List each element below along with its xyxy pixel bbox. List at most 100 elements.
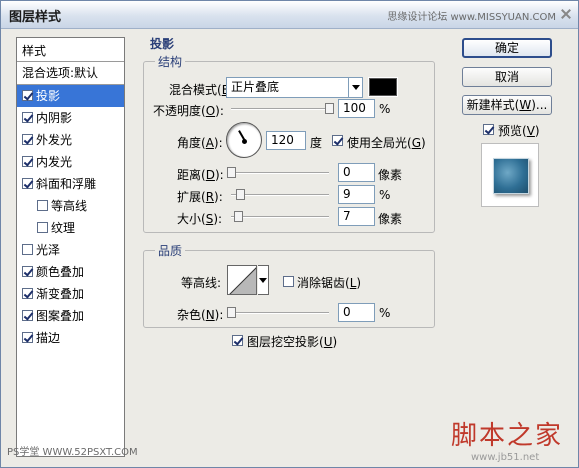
opacity-unit: % — [379, 102, 391, 116]
blend-options-item[interactable]: 混合选项:默认 — [17, 62, 124, 85]
size-slider-thumb[interactable] — [234, 211, 243, 222]
style-enable-checkbox[interactable] — [22, 266, 33, 277]
spread-input[interactable]: 9 — [338, 185, 375, 204]
noise-input[interactable]: 0 — [338, 303, 375, 322]
antialias-checkbox[interactable] — [283, 276, 294, 287]
style-list-item-label: 等高线 — [51, 199, 88, 213]
style-list-item-label: 描边 — [36, 331, 61, 345]
cancel-button[interactable]: 取消 — [462, 67, 552, 87]
contour-curve-icon — [229, 267, 256, 294]
style-list-item[interactable]: 光泽 — [17, 239, 124, 261]
style-list-item[interactable]: 渐变叠加 — [17, 283, 124, 305]
watermark-jb51: 脚本之家 — [451, 421, 564, 451]
drop-shadow-title: 投影 — [147, 35, 178, 52]
chevron-down-icon[interactable] — [348, 78, 362, 97]
size-input[interactable]: 7 — [338, 207, 375, 226]
style-preview-thumbnail — [481, 143, 539, 207]
style-list-item-label: 斜面和浮雕 — [36, 177, 97, 191]
style-enable-checkbox[interactable] — [22, 310, 33, 321]
style-list-item[interactable]: 颜色叠加 — [17, 261, 124, 283]
global-light-checkbox[interactable] — [332, 135, 343, 146]
angle-unit: 度 — [310, 136, 323, 150]
preview-checkbox[interactable] — [483, 124, 494, 135]
antialias-label: 消除锯齿(L) — [297, 276, 362, 290]
angle-label: 角度(A): — [177, 136, 223, 150]
opacity-input[interactable]: 100 — [338, 99, 375, 118]
spread-label: 扩展(R): — [177, 190, 223, 204]
style-list-header[interactable]: 样式 — [17, 38, 124, 62]
style-list-item-label: 内阴影 — [36, 111, 73, 125]
style-list-item[interactable]: 外发光 — [17, 129, 124, 151]
size-slider[interactable] — [231, 211, 329, 222]
noise-label: 杂色(N): — [177, 308, 224, 322]
noise-unit: % — [379, 306, 391, 320]
style-list-item[interactable]: 图案叠加 — [17, 305, 124, 327]
style-enable-checkbox[interactable] — [22, 112, 33, 123]
distance-input[interactable]: 0 — [338, 163, 375, 182]
quality-title: 品质 — [155, 242, 186, 259]
title-bar[interactable]: 图层样式 思缘设计论坛 www.MISSYUAN.COM — [1, 1, 578, 29]
dialog-title: 图层样式 — [9, 10, 62, 25]
watermark-jb51-url: www.jb51.net — [471, 452, 540, 463]
style-enable-checkbox[interactable] — [37, 222, 48, 233]
style-list-item[interactable]: 投影 — [17, 85, 124, 107]
style-list-item-label: 纹理 — [51, 221, 76, 235]
style-list-item-label: 图案叠加 — [36, 309, 85, 323]
style-enable-checkbox[interactable] — [22, 178, 33, 189]
contour-label: 等高线: — [181, 276, 222, 290]
knockout-checkbox[interactable] — [232, 335, 243, 346]
style-list-item[interactable]: 等高线 — [17, 195, 124, 217]
layer-style-dialog: 图层样式 思缘设计论坛 www.MISSYUAN.COM 样式 混合选项:默认 … — [0, 0, 579, 468]
style-enable-checkbox[interactable] — [22, 244, 33, 255]
preview-swatch — [493, 158, 529, 194]
style-enable-checkbox[interactable] — [37, 200, 48, 211]
style-list: 样式 混合选项:默认 投影内阴影外发光内发光斜面和浮雕等高线纹理光泽颜色叠加渐变… — [16, 37, 125, 457]
distance-unit: 像素 — [378, 168, 403, 182]
style-enable-checkbox[interactable] — [22, 332, 33, 343]
shadow-color-swatch[interactable] — [368, 77, 398, 97]
style-list-item[interactable]: 内阴影 — [17, 107, 124, 129]
style-list-item-label: 外发光 — [36, 133, 73, 147]
size-unit: 像素 — [378, 212, 403, 226]
style-list-item-label: 内发光 — [36, 155, 73, 169]
preview-label: 预览(V) — [498, 124, 540, 138]
ok-button[interactable]: 确定 — [462, 38, 552, 58]
style-list-item-label: 渐变叠加 — [36, 287, 85, 301]
style-list-item[interactable]: 内发光 — [17, 151, 124, 173]
global-light-label: 使用全局光(G) — [347, 136, 426, 150]
watermark-top: 思缘设计论坛 www.MISSYUAN.COM — [387, 12, 556, 23]
noise-slider-thumb[interactable] — [227, 307, 236, 318]
new-style-button[interactable]: 新建样式(W)... — [462, 95, 552, 115]
style-enable-checkbox[interactable] — [22, 288, 33, 299]
angle-dial[interactable] — [226, 122, 262, 158]
knockout-label: 图层挖空投影(U) — [247, 335, 338, 349]
contour-dropdown[interactable] — [258, 265, 269, 295]
spread-slider-thumb[interactable] — [236, 189, 245, 200]
distance-slider-thumb[interactable] — [227, 167, 236, 178]
distance-slider[interactable] — [227, 167, 329, 178]
style-list-item-label: 光泽 — [36, 243, 61, 257]
style-list-item-label: 投影 — [36, 89, 61, 103]
style-enable-checkbox[interactable] — [22, 156, 33, 167]
contour-picker[interactable] — [227, 265, 257, 295]
watermark-psxt: PS学堂 WWW.52PSXT.COM — [7, 447, 138, 458]
spread-slider[interactable] — [231, 189, 329, 200]
noise-slider[interactable] — [227, 307, 329, 318]
style-enable-checkbox[interactable] — [22, 134, 33, 145]
structure-title: 结构 — [155, 53, 186, 70]
opacity-slider[interactable] — [231, 103, 334, 114]
angle-input[interactable]: 120 — [266, 131, 306, 150]
blend-mode-value: 正片叠底 — [231, 80, 280, 94]
style-enable-checkbox[interactable] — [22, 90, 33, 101]
size-label: 大小(S): — [177, 212, 223, 226]
style-list-item[interactable]: 描边 — [17, 327, 124, 349]
spread-unit: % — [379, 188, 391, 202]
style-list-item-label: 颜色叠加 — [36, 265, 85, 279]
opacity-label: 不透明度(O): — [153, 104, 224, 118]
distance-label: 距离(D): — [177, 168, 224, 182]
opacity-slider-thumb[interactable] — [325, 103, 334, 114]
style-list-item[interactable]: 纹理 — [17, 217, 124, 239]
blend-mode-select[interactable]: 正片叠底 — [226, 77, 363, 98]
close-icon[interactable] — [560, 8, 572, 20]
style-list-item[interactable]: 斜面和浮雕 — [17, 173, 124, 195]
